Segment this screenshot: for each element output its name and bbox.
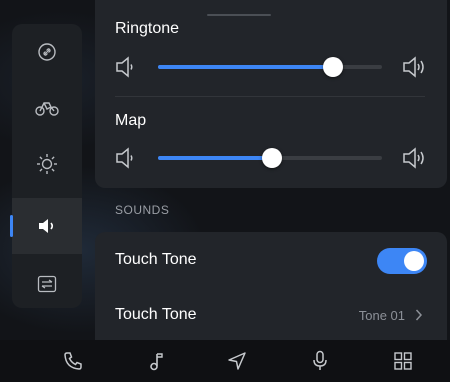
nav-phone[interactable] bbox=[48, 340, 98, 382]
volume-high-icon[interactable] bbox=[402, 54, 428, 80]
phone-icon bbox=[64, 352, 82, 370]
map-slider[interactable] bbox=[158, 148, 382, 168]
touch-tone-toggle-label: Touch Tone bbox=[115, 251, 197, 268]
touch-tone-toggle[interactable] bbox=[377, 248, 427, 274]
sounds-card: Touch Tone Touch Tone Tone 01 bbox=[95, 232, 447, 344]
nav-music[interactable] bbox=[131, 340, 181, 382]
map-slider-fill bbox=[158, 156, 273, 160]
microphone-icon bbox=[313, 350, 327, 370]
drag-handle[interactable] bbox=[207, 14, 271, 16]
map-label: Map bbox=[115, 112, 147, 129]
divider bbox=[115, 96, 425, 97]
volume-low-icon[interactable] bbox=[115, 145, 137, 171]
settings-sidebar bbox=[12, 24, 82, 308]
nav-navigation[interactable] bbox=[212, 340, 262, 382]
sidebar-item-link[interactable] bbox=[12, 24, 82, 80]
sidebar-item-display[interactable] bbox=[12, 136, 82, 192]
sidebar-item-vehicle[interactable] bbox=[12, 80, 82, 136]
volume-low-icon[interactable] bbox=[115, 54, 137, 80]
music-icon bbox=[150, 353, 163, 371]
ringtone-slider-fill bbox=[158, 65, 333, 69]
brightness-icon bbox=[37, 154, 57, 174]
ringtone-slider-thumb[interactable] bbox=[322, 57, 343, 77]
link-icon bbox=[38, 43, 56, 61]
volume-high-icon[interactable] bbox=[402, 145, 428, 171]
volume-icon bbox=[39, 219, 54, 233]
vehicle-icon bbox=[35, 102, 59, 116]
bottom-nav-bar bbox=[0, 340, 450, 382]
nav-voice[interactable] bbox=[295, 340, 345, 382]
chevron-right-icon[interactable] bbox=[415, 308, 423, 322]
navigation-icon bbox=[228, 352, 246, 370]
ringtone-slider-row bbox=[115, 54, 427, 80]
map-slider-thumb[interactable] bbox=[262, 148, 283, 168]
sounds-section-header: SOUNDS bbox=[115, 203, 170, 217]
ringtone-slider[interactable] bbox=[158, 57, 382, 77]
transfer-icon bbox=[37, 275, 57, 293]
sidebar-item-transfer[interactable] bbox=[12, 256, 82, 308]
map-slider-row bbox=[115, 145, 427, 171]
nav-apps[interactable] bbox=[378, 340, 428, 382]
touch-tone-select-label[interactable]: Touch Tone bbox=[115, 306, 197, 324]
apps-grid-icon bbox=[394, 352, 412, 370]
touch-tone-value[interactable]: Tone 01 bbox=[359, 308, 405, 323]
toggle-knob bbox=[404, 251, 424, 271]
ringtone-label: Ringtone bbox=[115, 20, 180, 37]
sidebar-item-sound[interactable] bbox=[12, 198, 82, 254]
active-indicator bbox=[10, 215, 13, 237]
